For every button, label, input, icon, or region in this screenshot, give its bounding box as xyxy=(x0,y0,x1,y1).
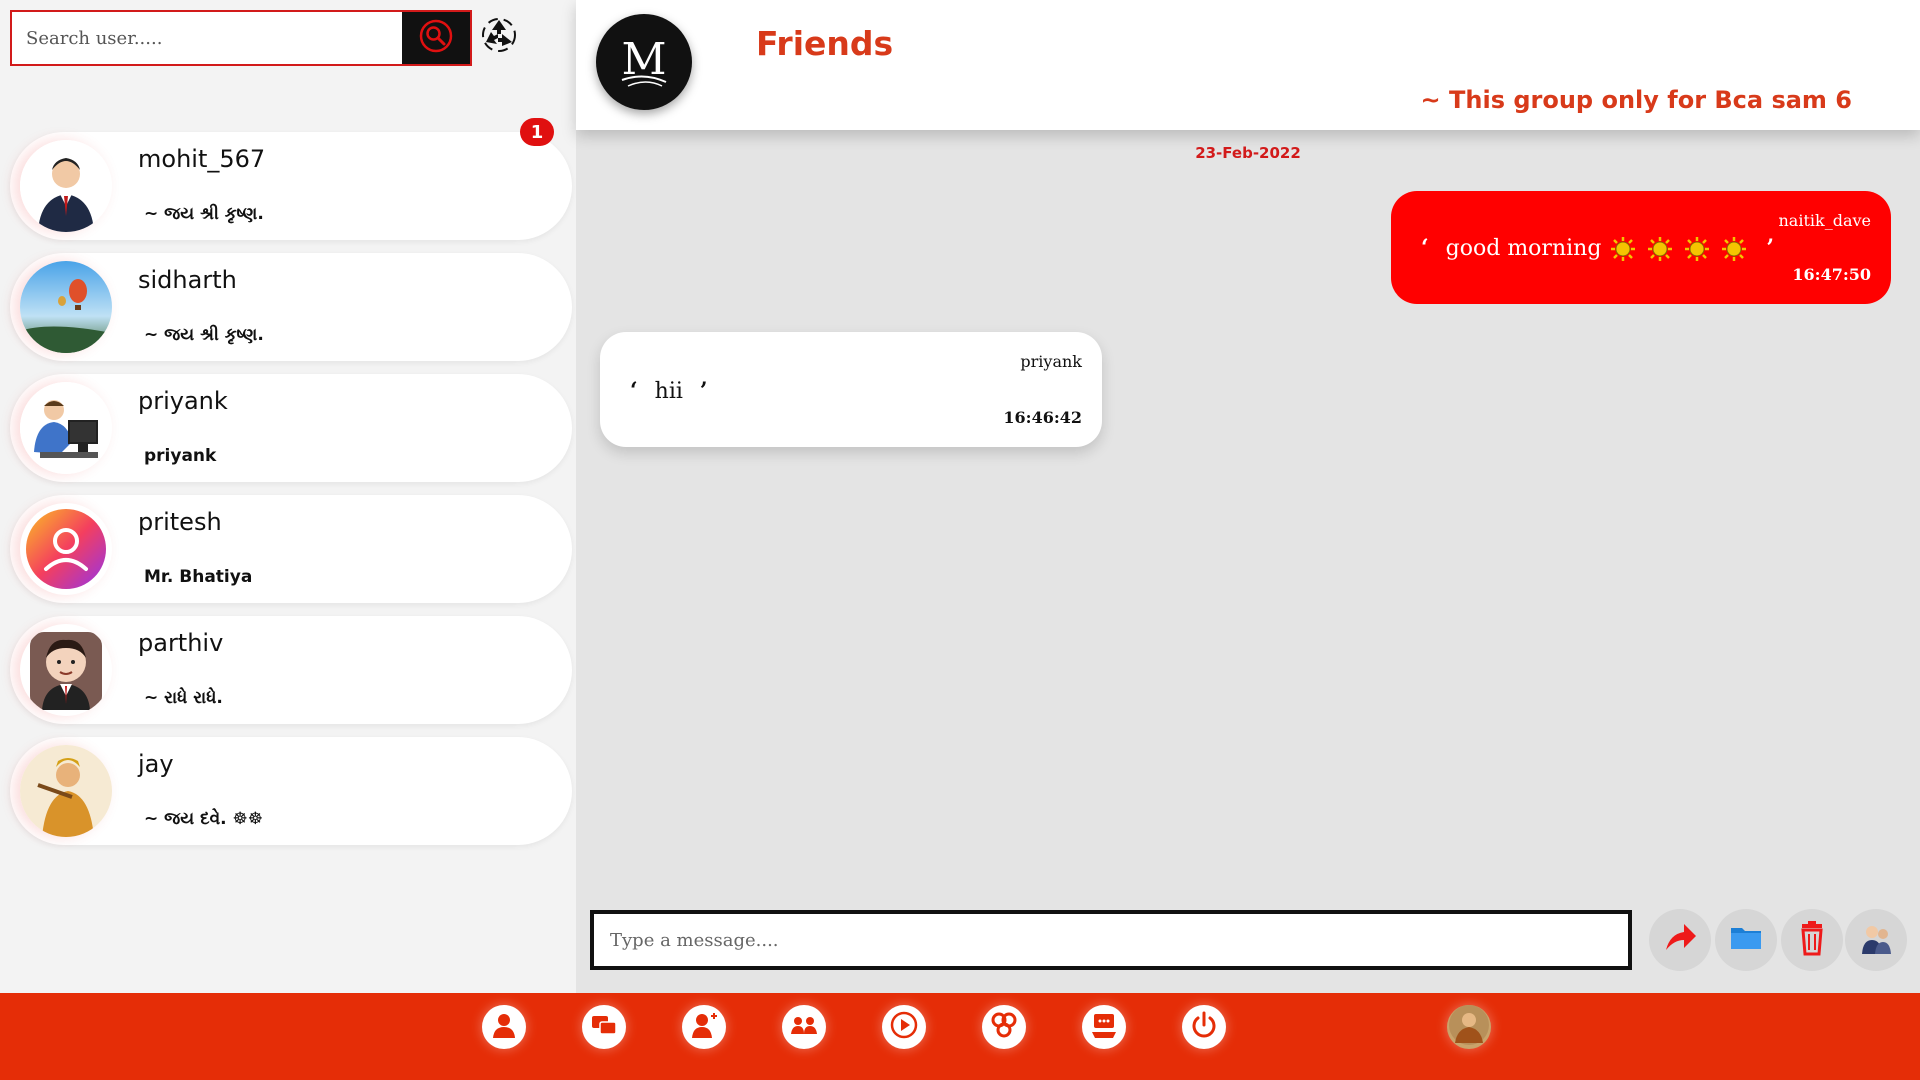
add-user-icon xyxy=(689,1010,719,1044)
sun-icon xyxy=(1648,237,1673,261)
nav-profile-button[interactable] xyxy=(482,1005,526,1049)
attach-file-button[interactable] xyxy=(1715,909,1777,971)
avatar xyxy=(20,745,112,837)
user-item-mohit[interactable]: mohit_567 ~ જય શ્રી કૃષ્ણ. 1 xyxy=(10,118,572,240)
avatar xyxy=(20,503,112,595)
user-name: parthiv xyxy=(138,629,224,657)
nav-user-photo-button[interactable] xyxy=(1447,1005,1491,1049)
message-time: 16:47:50 xyxy=(1792,265,1871,284)
close-quote: ’ xyxy=(699,378,708,404)
user-name: pritesh xyxy=(138,508,222,536)
user-status: Mr. Bhatiya xyxy=(144,567,253,587)
group-description: ~ This group only for Bca sam 6 xyxy=(1420,86,1852,114)
open-quote: ‘ xyxy=(630,378,638,404)
unread-badge: 1 xyxy=(520,118,554,146)
avatar xyxy=(20,261,112,353)
user-status: ~ રાધે રાધે. xyxy=(144,688,223,708)
message-input[interactable] xyxy=(594,914,1628,966)
message-sender: priyank xyxy=(1020,352,1082,371)
user-name: jay xyxy=(138,750,174,778)
video-icon xyxy=(889,1010,919,1044)
user-status: ~ જય દવે. ☸☸ xyxy=(144,809,264,829)
user-status: priyank xyxy=(144,446,217,466)
user-status: ~ જય શ્રી કૃષ્ણ. xyxy=(144,204,264,224)
nav-logout-button[interactable] xyxy=(1182,1005,1226,1049)
sun-emoji-group xyxy=(1608,236,1756,261)
group-title: Friends xyxy=(756,24,894,63)
open-quote: ‘ xyxy=(1421,235,1429,261)
user-item-priyank[interactable]: priyank priyank xyxy=(10,374,572,482)
group-icon xyxy=(789,1010,819,1044)
trash-icon xyxy=(1794,920,1830,960)
nav-feedback-button[interactable] xyxy=(1082,1005,1126,1049)
search-icon xyxy=(418,18,454,58)
user-name: mohit_567 xyxy=(138,145,266,173)
recycle-icon xyxy=(480,16,518,58)
user-name: sidharth xyxy=(138,266,237,294)
chat-icon xyxy=(589,1010,619,1044)
user-item-sidharth[interactable]: sidharth ~ જય શ્રી કૃષ્ણ. xyxy=(10,253,572,361)
sun-icon xyxy=(1722,237,1747,261)
message-outgoing[interactable]: naitik_dave ‘ good morning ’ 16:47:50 xyxy=(1391,191,1891,304)
avatar xyxy=(20,382,112,474)
message-sender: naitik_dave xyxy=(1778,211,1872,230)
search-bar xyxy=(10,10,472,66)
sidebar: mohit_567 ~ જય શ્રી કૃષ્ણ. 1 sidharth ~ … xyxy=(0,0,576,993)
message-text: good morning xyxy=(1445,236,1602,261)
chat-area: 23-Feb-2022 naitik_dave ‘ good morning ’… xyxy=(576,130,1920,910)
send-arrow-icon xyxy=(1662,920,1698,960)
message-text-wrap: ‘ good morning ’ xyxy=(1411,235,1784,262)
search-input[interactable] xyxy=(12,12,402,64)
folder-icon xyxy=(1728,920,1764,960)
power-icon xyxy=(1189,1010,1219,1044)
nav-chat-button[interactable] xyxy=(582,1005,626,1049)
users-icon xyxy=(1858,920,1894,960)
refresh-button[interactable] xyxy=(478,16,520,58)
send-button[interactable] xyxy=(1649,909,1711,971)
chat-header: M Friends ~ This group only for Bca sam … xyxy=(576,0,1920,130)
delete-chat-button[interactable] xyxy=(1781,909,1843,971)
nav-add-user-button[interactable] xyxy=(682,1005,726,1049)
message-text: hii xyxy=(654,379,683,404)
bottom-nav xyxy=(0,993,1920,1080)
group-logo[interactable]: M xyxy=(596,14,692,110)
user-name: priyank xyxy=(138,387,228,415)
settings-icon xyxy=(989,1010,1019,1044)
user-list: mohit_567 ~ જય શ્રી કૃષ્ણ. 1 sidharth ~ … xyxy=(10,118,572,858)
avatar xyxy=(20,624,112,716)
user-item-jay[interactable]: jay ~ જય દવે. ☸☸ xyxy=(10,737,572,845)
profile-icon xyxy=(489,1010,519,1044)
avatar xyxy=(20,140,112,232)
feedback-icon xyxy=(1089,1010,1119,1044)
date-separator: 23-Feb-2022 xyxy=(1195,144,1301,162)
nav-group-button[interactable] xyxy=(782,1005,826,1049)
message-text-wrap: ‘ hii ’ xyxy=(620,378,718,404)
nav-video-button[interactable] xyxy=(882,1005,926,1049)
message-composer xyxy=(590,910,1632,970)
sun-icon xyxy=(1611,237,1636,261)
message-incoming[interactable]: priyank ‘ hii ’ 16:46:42 xyxy=(600,332,1102,447)
user-item-pritesh[interactable]: pritesh Mr. Bhatiya xyxy=(10,495,572,603)
user-status: ~ જય શ્રી કૃષ્ણ. xyxy=(144,325,264,345)
nav-settings-button[interactable] xyxy=(982,1005,1026,1049)
message-time: 16:46:42 xyxy=(1003,408,1082,427)
search-button[interactable] xyxy=(402,12,470,64)
user-item-parthiv[interactable]: parthiv ~ રાધે રાધે. xyxy=(10,616,572,724)
close-quote: ’ xyxy=(1766,235,1775,261)
group-members-button[interactable] xyxy=(1845,909,1907,971)
sun-icon xyxy=(1685,237,1710,261)
user-photo xyxy=(1449,1005,1489,1049)
